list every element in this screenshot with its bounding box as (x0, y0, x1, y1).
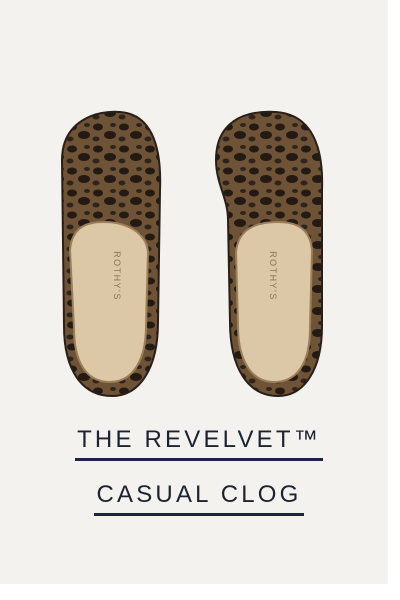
left-clog: ROTHY'S (60, 110, 162, 398)
product-title-line-1[interactable]: THE REVELVET™ (75, 426, 323, 461)
product-card-page: ROTHY'S ROTHY'S THE REVELVET™ CASUAL CLO… (0, 0, 400, 600)
product-card[interactable]: ROTHY'S ROTHY'S THE REVELVET™ CASUAL CLO… (0, 0, 388, 584)
right-clog: ROTHY'S (214, 110, 324, 398)
clog-pair-illustration: ROTHY'S ROTHY'S (60, 110, 324, 398)
product-title[interactable]: THE REVELVET™ CASUAL CLOG (0, 426, 400, 516)
left-insole-brand: ROTHY'S (112, 251, 122, 301)
product-title-line-2[interactable]: CASUAL CLOG (94, 481, 304, 516)
product-image[interactable]: ROTHY'S ROTHY'S (40, 100, 360, 400)
right-insole-brand: ROTHY'S (268, 251, 278, 301)
